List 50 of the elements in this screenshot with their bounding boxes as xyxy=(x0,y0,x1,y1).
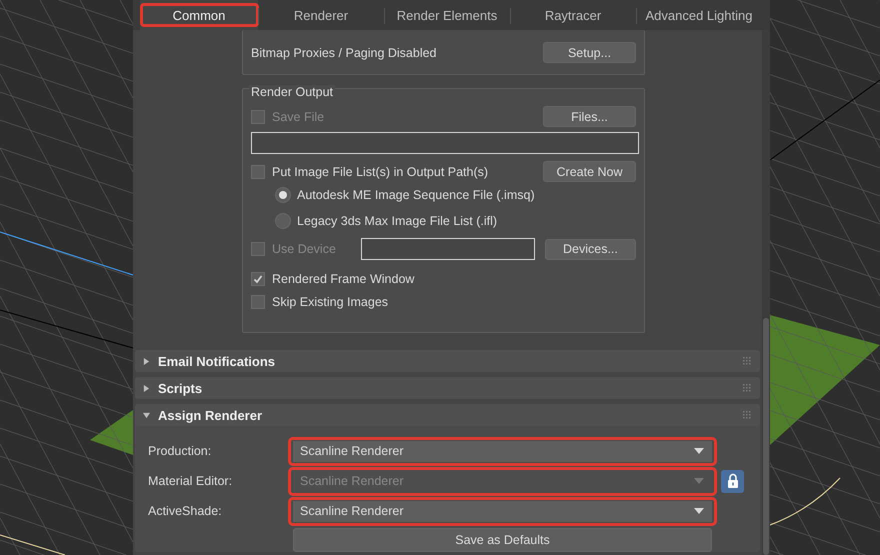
radio-label: Autodesk ME Image Sequence File (.imsq) xyxy=(297,188,535,202)
checkbox-label: Use Device xyxy=(272,242,336,256)
radio-button[interactable] xyxy=(275,213,291,229)
lock-icon xyxy=(726,473,738,489)
checkbox[interactable] xyxy=(251,295,265,309)
device-field[interactable] xyxy=(360,238,535,260)
checkbox-label: Put Image File List(s) in Output Path(s) xyxy=(272,164,488,178)
grip-icon xyxy=(743,410,752,420)
checkbox-label: Skip Existing Images xyxy=(272,295,388,309)
rollout-title: Email Notifications xyxy=(158,354,276,368)
field-label: Production: xyxy=(148,444,212,458)
group-title: Render Output xyxy=(249,85,335,99)
scrollbar-thumb[interactable] xyxy=(763,318,769,555)
dropdown-arrow-icon xyxy=(694,508,704,514)
expand-triangle-icon xyxy=(143,384,150,392)
radio-label: Legacy 3ds Max Image File List (.ifl) xyxy=(297,214,498,228)
rollout-header[interactable]: Scripts xyxy=(135,377,760,399)
dropdown-arrow-icon xyxy=(694,478,704,484)
checkbox-label: Save File xyxy=(272,110,324,124)
devices-button[interactable]: Devices... xyxy=(544,238,636,260)
grip-icon xyxy=(743,356,752,366)
rollout-title: Scripts xyxy=(158,380,204,396)
checkmark-icon xyxy=(253,274,263,284)
renderer-dropdown[interactable]: Scanline Renderer xyxy=(293,500,712,522)
rollout-header[interactable]: Assign Renderer xyxy=(135,404,760,426)
checkbox[interactable] xyxy=(251,272,265,286)
expand-triangle-icon xyxy=(143,358,150,364)
radio-button[interactable] xyxy=(275,187,291,203)
renderer-dropdown[interactable]: Scanline Renderer xyxy=(293,440,712,462)
output-path-field[interactable] xyxy=(251,132,639,154)
tab[interactable]: Renderer xyxy=(258,0,384,30)
create-now-button[interactable]: Create Now xyxy=(543,161,636,182)
rollout-header[interactable]: Email Notifications xyxy=(135,350,760,372)
tab[interactable]: Raytracer xyxy=(510,0,636,30)
grip-icon xyxy=(743,384,752,392)
scrollbar[interactable] xyxy=(762,30,770,555)
status-label: Bitmap Proxies / Paging Disabled xyxy=(251,46,437,60)
rollout-title: Assign Renderer xyxy=(158,408,264,422)
field-label: ActiveShade: xyxy=(148,504,223,518)
tab[interactable]: Common xyxy=(140,0,258,30)
checkbox[interactable] xyxy=(251,164,265,178)
files-button[interactable]: Files... xyxy=(543,106,636,127)
tab[interactable]: Advanced Lighting xyxy=(636,0,762,30)
checkbox-label: Rendered Frame Window xyxy=(272,272,414,286)
save-as-defaults-button[interactable]: Save as Defaults xyxy=(293,528,712,552)
field-label: Material Editor: xyxy=(148,474,234,488)
tab[interactable]: Render Elements xyxy=(384,0,510,30)
setup-button[interactable]: Setup... xyxy=(543,42,636,63)
collapse-triangle-icon xyxy=(143,412,150,418)
dropdown-arrow-icon xyxy=(694,448,704,454)
